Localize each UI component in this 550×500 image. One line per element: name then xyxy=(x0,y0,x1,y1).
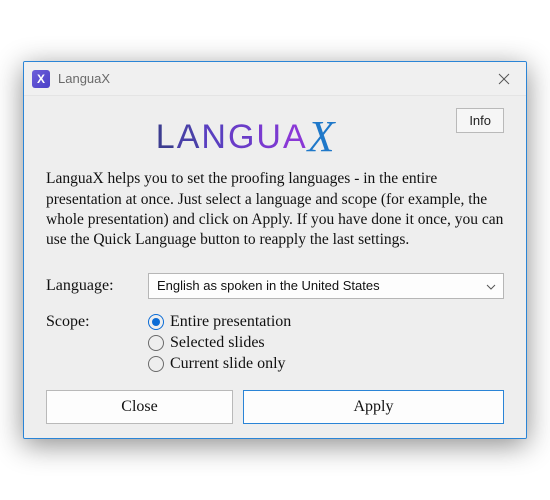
scope-option-entire[interactable]: Entire presentation xyxy=(148,313,504,331)
language-select[interactable] xyxy=(148,273,504,299)
radio-label: Current slide only xyxy=(170,355,286,373)
scope-option-current[interactable]: Current slide only xyxy=(148,355,504,373)
radio-icon xyxy=(148,314,164,330)
close-button[interactable]: Close xyxy=(46,390,233,424)
radio-icon xyxy=(148,335,164,351)
description-text: LanguaX helps you to set the proofing la… xyxy=(46,169,504,251)
language-label: Language: xyxy=(46,277,148,295)
info-button[interactable]: Info xyxy=(456,108,504,133)
radio-label: Selected slides xyxy=(170,334,265,352)
close-icon[interactable] xyxy=(482,62,526,96)
scope-label: Scope: xyxy=(46,313,148,331)
app-logo: LANGUAX xyxy=(46,108,446,159)
scope-radio-group: Entire presentation Selected slides Curr… xyxy=(148,313,504,376)
app-icon: X xyxy=(32,70,50,88)
titlebar: X LanguaX xyxy=(24,62,526,96)
scope-option-selected[interactable]: Selected slides xyxy=(148,334,504,352)
radio-label: Entire presentation xyxy=(170,313,291,331)
window-title: LanguaX xyxy=(58,71,482,86)
radio-icon xyxy=(148,356,164,372)
apply-button[interactable]: Apply xyxy=(243,390,504,424)
dialog-window: X LanguaX LANGUAX Info LanguaX helps you… xyxy=(23,61,527,439)
